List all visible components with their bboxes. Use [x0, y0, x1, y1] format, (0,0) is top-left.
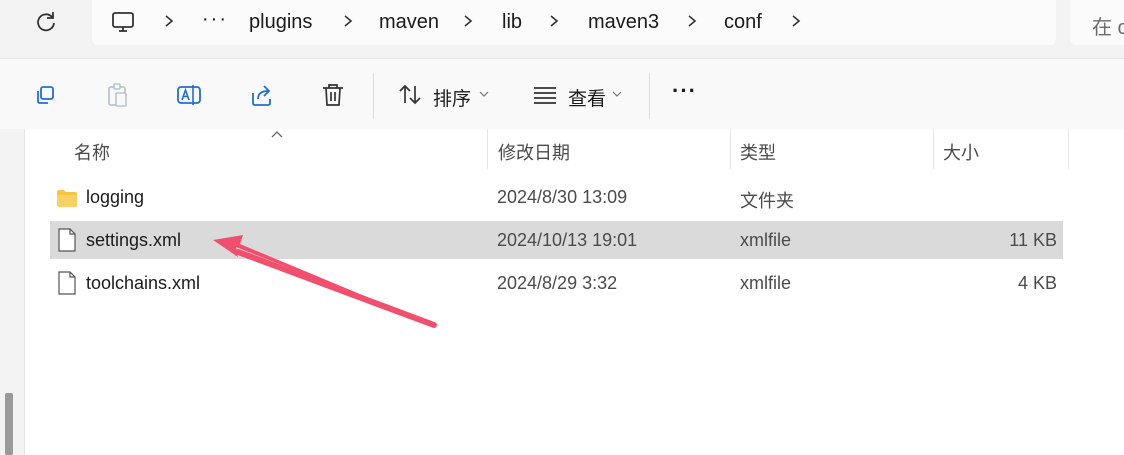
chevron-right-icon[interactable] — [789, 10, 803, 32]
file-name[interactable]: logging — [86, 187, 144, 208]
column-header-size[interactable]: 大小 — [943, 139, 979, 165]
file-type: xmlfile — [740, 273, 792, 293]
column-divider[interactable] — [933, 129, 934, 169]
chevron-right-icon — [344, 15, 353, 27]
rename-icon[interactable] — [175, 81, 203, 109]
toolbar-divider — [373, 73, 374, 119]
breadcrumb-item-plugins[interactable]: plugins — [249, 11, 312, 34]
file-date: 2024/8/30 13:09 — [497, 187, 628, 207]
chevron-right-icon — [464, 15, 473, 27]
chevron-down-icon[interactable] — [612, 89, 622, 99]
refresh-icon[interactable] — [33, 9, 59, 35]
table-row[interactable]: logging 2024/8/30 13:09 文件夹 — [50, 178, 1063, 216]
chevron-right-icon — [165, 15, 174, 27]
toolbar-divider — [649, 73, 650, 119]
column-header-type[interactable]: 类型 — [740, 139, 776, 165]
navigation-pane-edge — [0, 129, 25, 455]
delete-icon[interactable] — [319, 81, 347, 109]
address-bar-row: ··· plugins maven lib maven3 conf 在 c — [0, 0, 1124, 50]
file-list-pane: 名称 修改日期 类型 大小 logging 2024/8/30 13:09 文件… — [0, 129, 1124, 455]
this-pc-icon[interactable] — [110, 9, 136, 35]
more-options-button[interactable]: ··· — [672, 78, 697, 104]
chevron-right-icon — [550, 15, 559, 27]
breadcrumb-item-maven[interactable]: maven — [379, 11, 439, 34]
chevron-down-icon[interactable] — [479, 89, 489, 99]
table-row[interactable]: toolchains.xml 2024/8/29 3:32 xmlfile 4 … — [50, 264, 1063, 302]
share-icon[interactable] — [248, 81, 276, 109]
file-date: 2024/10/13 19:01 — [497, 230, 638, 250]
search-box[interactable]: 在 c — [1070, 0, 1124, 45]
folder-icon — [57, 190, 77, 207]
file-date: 2024/8/29 3:32 — [497, 273, 618, 293]
file-name[interactable]: settings.xml — [86, 230, 181, 251]
file-size: 4 KB — [1017, 273, 1057, 293]
chevron-right-icon — [688, 15, 697, 27]
view-button[interactable]: 查看 — [568, 84, 606, 111]
breadcrumb-item-conf[interactable]: conf — [724, 11, 762, 34]
sort-button[interactable]: 排序 — [433, 84, 471, 111]
breadcrumb-item-lib[interactable]: lib — [502, 11, 522, 34]
search-placeholder: 在 c — [1092, 17, 1124, 39]
sort-icon[interactable] — [397, 81, 425, 109]
column-header-date[interactable]: 修改日期 — [498, 139, 570, 165]
breadcrumb-item-maven3[interactable]: maven3 — [588, 11, 659, 34]
column-divider[interactable] — [730, 129, 731, 169]
breadcrumb-overflow[interactable]: ··· — [202, 8, 228, 31]
file-type: 文件夹 — [740, 191, 794, 211]
column-header-name[interactable]: 名称 — [74, 139, 110, 165]
file-name[interactable]: toolchains.xml — [86, 273, 200, 294]
column-divider[interactable] — [1068, 129, 1069, 169]
command-bar: 排序 查看 ··· — [0, 58, 1124, 130]
sort-ascending-icon — [271, 131, 283, 138]
table-row[interactable]: settings.xml 2024/10/13 19:01 xmlfile 11… — [50, 221, 1063, 259]
address-bar[interactable]: ··· plugins maven lib maven3 conf — [92, 0, 1056, 45]
copy-icon[interactable] — [31, 81, 59, 109]
column-divider[interactable] — [487, 129, 488, 169]
file-type: xmlfile — [740, 230, 792, 250]
file-icon — [58, 271, 76, 295]
file-size: 11 KB — [1009, 230, 1057, 250]
view-icon[interactable] — [531, 81, 559, 109]
paste-icon[interactable] — [104, 81, 132, 109]
file-icon — [58, 228, 76, 252]
scrollbar-thumb[interactable] — [5, 393, 13, 455]
